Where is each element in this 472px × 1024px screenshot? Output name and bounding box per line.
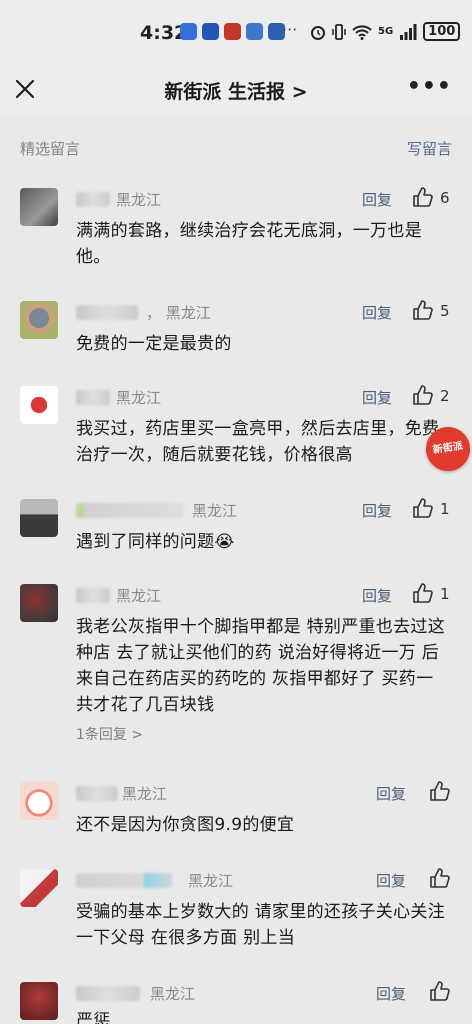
avatar[interactable] [20,869,58,907]
comment-location: 黑龙江 [116,191,162,209]
comment-location: 黑龙江 [116,587,162,605]
like-count: 1 [440,585,450,603]
like-count: 6 [440,189,450,207]
view-replies-link[interactable]: 1条回复 > [76,724,143,744]
status-indicators: 5G 100 [310,22,461,41]
comment-text: 受骗的基本上岁数大的 请家里的还孩子关心关注一下父母 在很多方面 别上当 [76,902,446,948]
thumbs-up-icon[interactable] [411,186,433,208]
reply-button[interactable]: 回复 [362,585,392,606]
username-blurred[interactable] [76,390,110,405]
comment-text: 满满的套路，继续治疗会花无底洞，一万也是他。 [76,221,422,267]
page-title[interactable]: 新街派 生活报 > [0,77,472,104]
write-comment-button[interactable]: 写留言 [407,138,452,159]
comment-text: 免费的一定是最贵的 [76,334,232,354]
more-options-icon[interactable]: ••• [407,74,452,99]
app-icon [224,23,241,40]
comments-section-header: 精选留言 写留言 [0,128,472,168]
wifi-icon [352,24,372,40]
app-icon [202,23,219,40]
comment-location: 黑龙江 [188,872,234,890]
username-blurred[interactable] [76,873,172,888]
comment-text: 我买过，药店里买一盒亮甲，然后去店里，免费治疗一次，随后就要花钱，价格很高 [76,419,440,465]
username-blurred[interactable] [76,986,140,1001]
comment-text: 严惩 [76,1011,111,1024]
vibrate-icon [332,23,346,40]
avatar[interactable] [20,188,58,226]
like-count: 2 [440,387,450,405]
comment-text: 我老公灰指甲十个脚指甲都是 特别严重也去过这种店 去了就让买他们的药 说治好得将… [76,617,446,715]
section-title: 精选留言 [20,140,81,158]
username-blurred[interactable] [76,503,184,518]
thumbs-up-icon[interactable] [411,582,433,604]
username-blurred[interactable] [76,192,110,207]
app-icon [246,23,263,40]
reply-button[interactable]: 回复 [362,387,392,408]
like-count: 1 [440,500,450,518]
comment-location: 黑龙江 [116,389,162,407]
comment-location: ， 黑龙江 [146,304,211,322]
avatar[interactable] [20,782,58,820]
reply-button[interactable]: 回复 [362,189,392,210]
like-count: 5 [440,302,450,320]
status-more-icon: ··· [282,20,298,39]
reply-button[interactable]: 回复 [376,870,406,891]
shield-icon [180,23,197,40]
comment-location: 黑龙江 [122,785,168,803]
comment-text: 还不是因为你贪图9.9的便宜 [76,815,295,835]
avatar[interactable] [20,386,58,424]
signal-icon [400,23,417,40]
alarm-icon [311,25,325,40]
reply-button[interactable]: 回复 [362,302,392,323]
comment-location: 黑龙江 [150,985,196,1003]
thumbs-up-icon[interactable] [411,299,433,321]
reply-button[interactable]: 回复 [376,783,406,804]
username-blurred[interactable] [76,588,110,603]
battery-indicator: 100 [423,22,461,41]
status-bar: 4:32 ··· 5G 100 [0,0,472,64]
reply-button[interactable]: 回复 [362,500,392,521]
avatar[interactable] [20,499,58,537]
username-blurred[interactable] [76,786,118,801]
username-blurred[interactable] [76,305,138,320]
comment-location: 黑龙江 [192,502,238,520]
reply-button[interactable]: 回复 [376,983,406,1004]
thumbs-up-icon[interactable] [428,780,450,802]
thumbs-up-icon[interactable] [428,980,450,1002]
avatar[interactable] [20,301,58,339]
nav-bar: 新街派 生活报 > ••• [0,64,472,116]
thumbs-up-icon[interactable] [428,867,450,889]
notification-icons [180,23,285,40]
comment-text: 遇到了同样的问题😭 [76,532,235,552]
thumbs-up-icon[interactable] [411,497,433,519]
avatar[interactable] [20,982,58,1020]
thumbs-up-icon[interactable] [411,384,433,406]
avatar[interactable] [20,584,58,622]
network-label: 5G [378,26,394,37]
